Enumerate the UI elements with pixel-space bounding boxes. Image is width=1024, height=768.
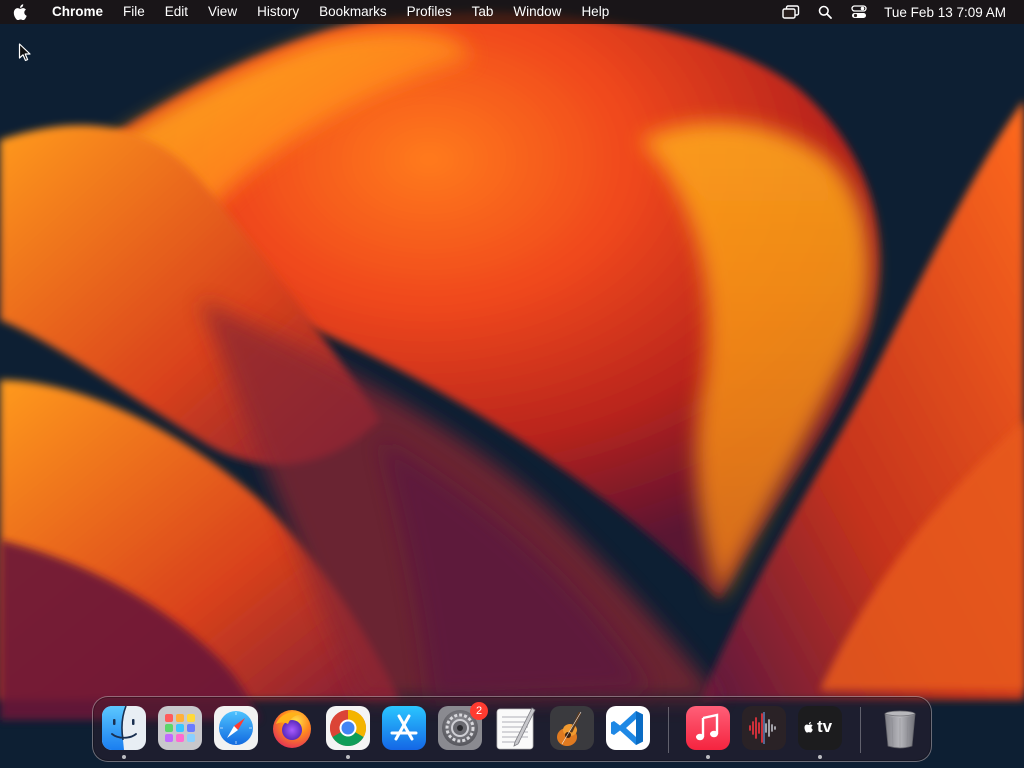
app-menu-chrome[interactable]: Chrome [40,0,113,24]
menu-help[interactable]: Help [571,0,619,24]
menu-window[interactable]: Window [503,0,571,24]
mouse-pointer-icon [18,43,32,63]
menu-bar: Chrome File Edit View History Bookmarks … [0,0,1024,24]
apple-menu-icon[interactable] [0,0,40,24]
dock-item-garageband[interactable] [550,706,594,750]
screen-mirroring-icon[interactable] [774,0,808,24]
firefox-icon [273,710,311,748]
running-indicator [122,755,126,759]
menu-history[interactable]: History [247,0,309,24]
dock-item-finder[interactable] [102,706,146,759]
chrome-icon [326,706,370,750]
menu-view[interactable]: View [198,0,247,24]
dock-item-firefox[interactable] [270,706,314,750]
menu-tab[interactable]: Tab [462,0,504,24]
dock-item-apple-tv[interactable]: tv [798,706,842,759]
garageband-icon [550,706,594,750]
running-indicator [706,755,710,759]
launchpad-icon [158,706,202,750]
safari-icon [214,706,258,750]
dock-separator [860,707,861,753]
notification-badge: 2 [470,702,488,720]
dock-item-safari[interactable] [214,706,258,750]
dock-item-system-settings[interactable]: 2 [438,702,488,750]
vscode-icon [606,706,650,750]
trash-icon [884,710,916,749]
dock-separator [668,707,669,753]
dock-item-textedit[interactable] [494,706,538,750]
dock-item-vscode[interactable] [606,706,650,750]
menu-bar-status: Tue Feb 13 7:09 AM [774,0,1024,24]
dock-item-trash[interactable] [878,706,922,750]
control-center-icon[interactable] [842,0,876,24]
menu-bar-left: Chrome File Edit View History Bookmarks … [0,0,619,24]
voice-memos-icon [742,706,786,750]
running-indicator [818,755,822,759]
menu-edit[interactable]: Edit [155,0,198,24]
music-icon [686,706,730,750]
finder-icon [102,706,146,750]
running-indicator [346,755,350,759]
spotlight-search-icon[interactable] [808,0,842,24]
textedit-icon [496,707,536,750]
apple-tv-label: tv [817,717,833,736]
dock-item-launchpad[interactable] [158,706,202,750]
menu-profiles[interactable]: Profiles [397,0,462,24]
dock-item-voice-memos[interactable] [742,706,786,750]
dock-item-music[interactable] [686,706,730,759]
dock-item-chrome[interactable] [326,706,370,759]
menu-file[interactable]: File [113,0,155,24]
app-store-icon [382,706,426,750]
menu-bar-clock[interactable]: Tue Feb 13 7:09 AM [876,5,1016,20]
menu-bookmarks[interactable]: Bookmarks [309,0,397,24]
desktop-wallpaper [0,0,1024,768]
dock-item-app-store[interactable] [382,706,426,750]
dock: 2 tv [92,696,932,762]
